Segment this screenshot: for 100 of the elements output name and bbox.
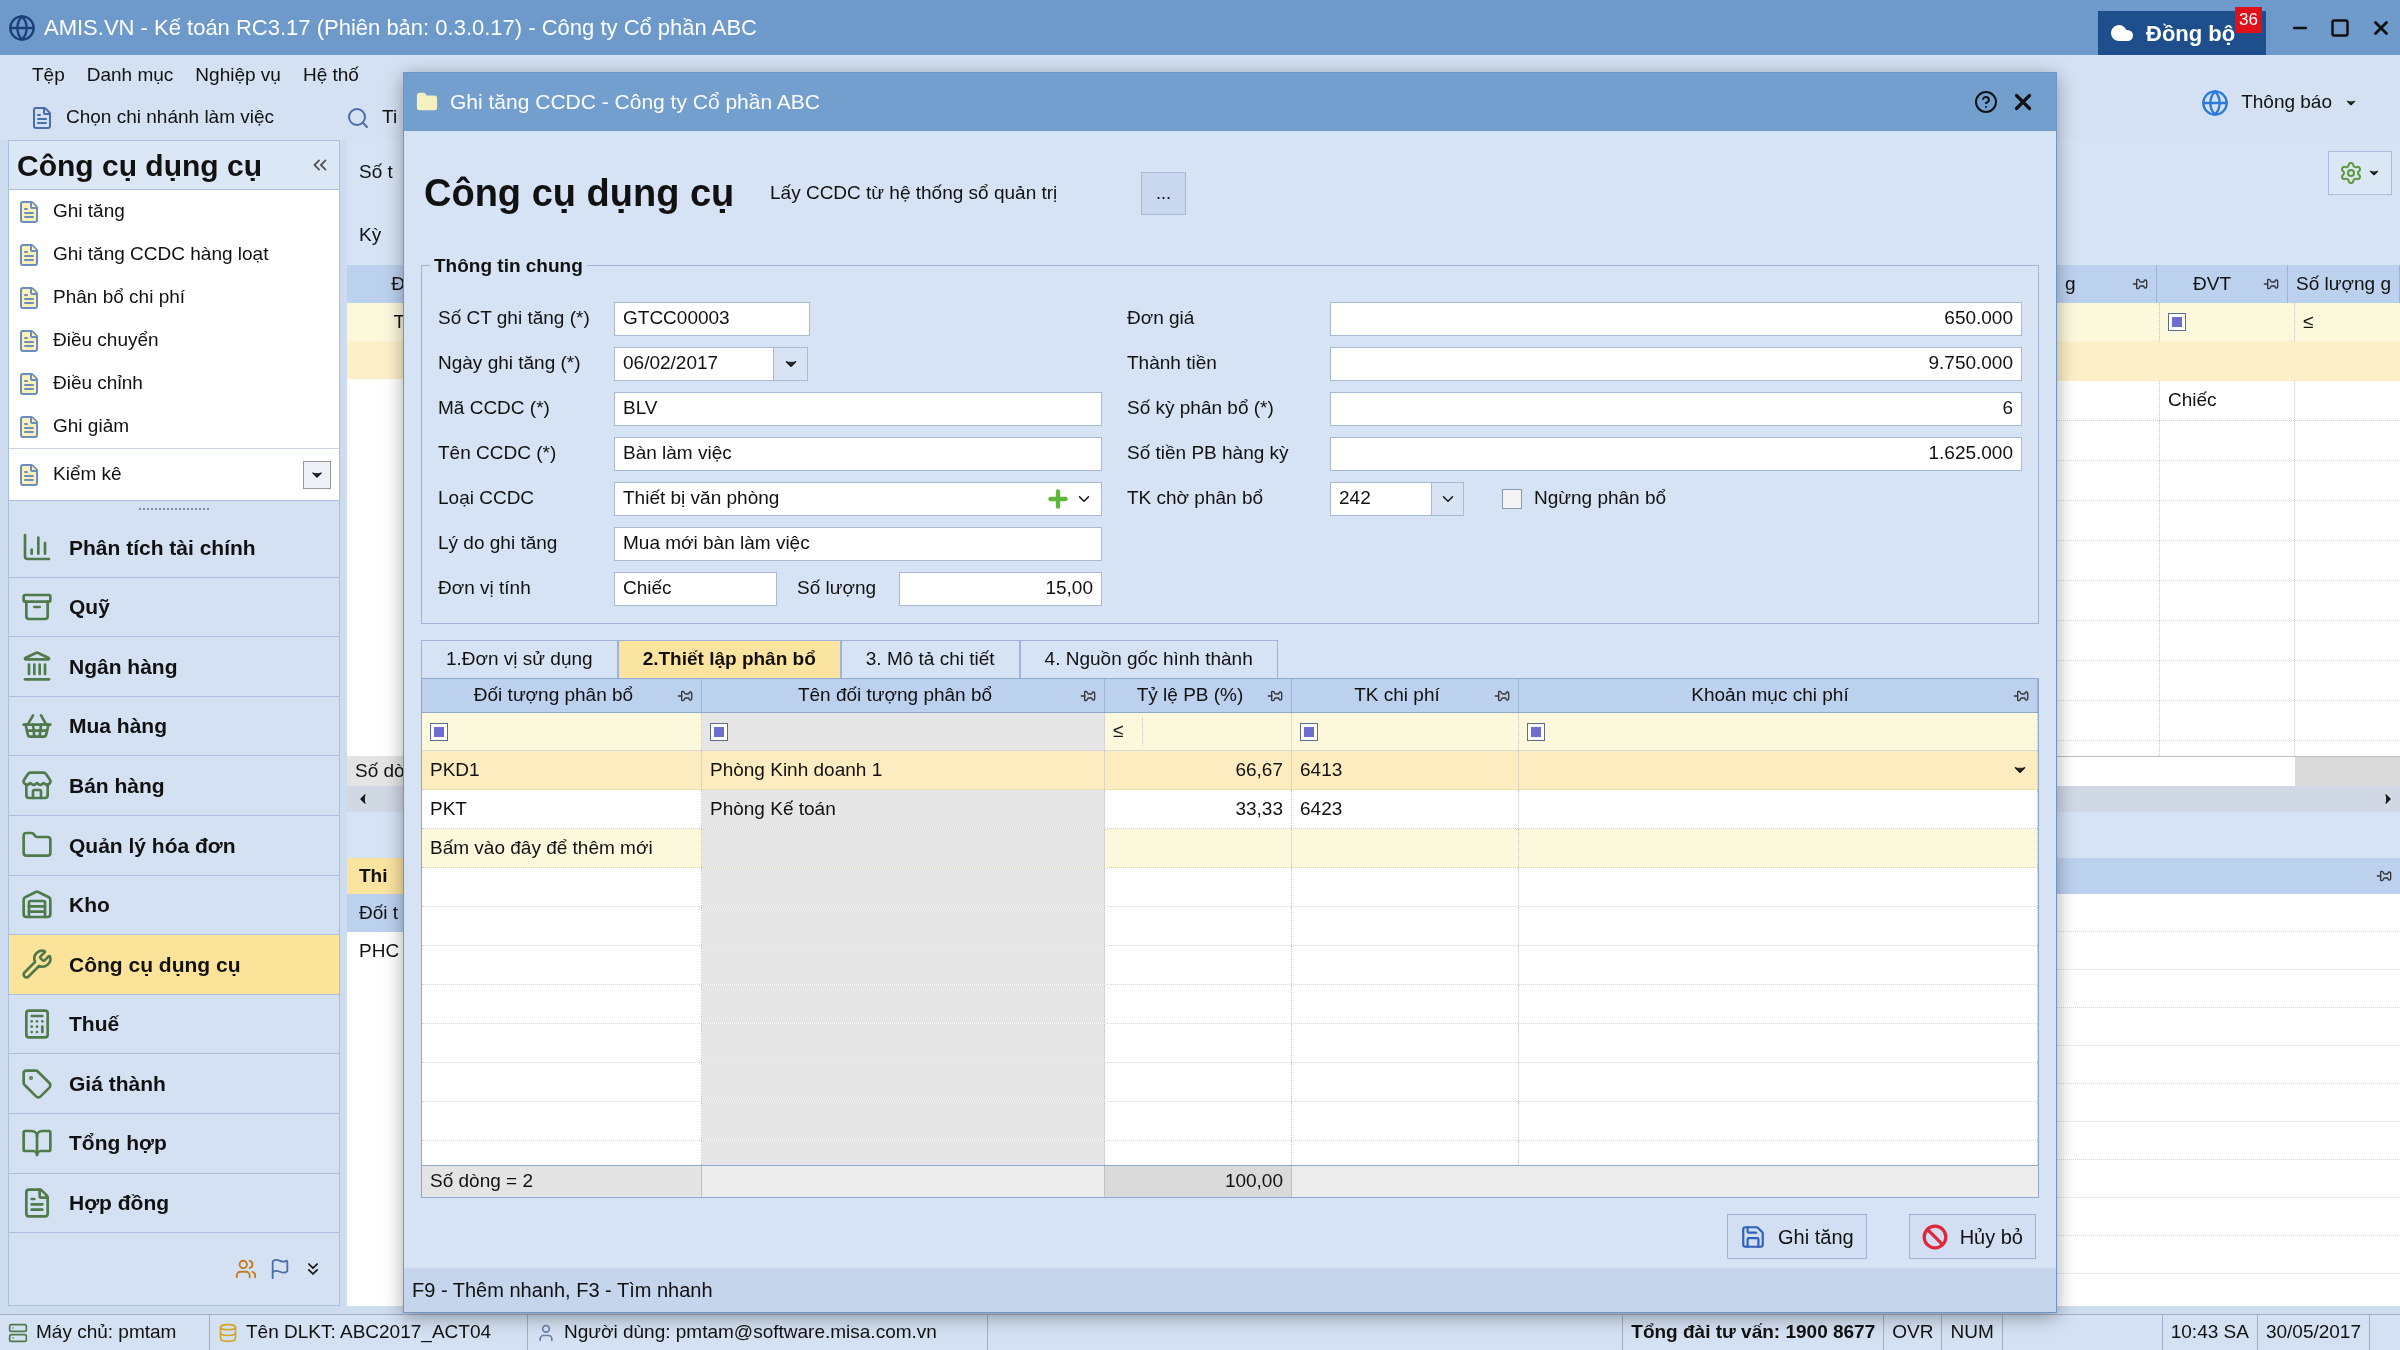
column-header[interactable]: Tỷ lệ PB (%): [1105, 679, 1292, 712]
menu-item[interactable]: Nghiệp vụ: [195, 60, 281, 90]
branch-button[interactable]: Chọn chi nhánh làm việc: [66, 103, 334, 132]
tab[interactable]: 3. Mô tả chi tiết: [840, 640, 1020, 678]
row-count: Số dò: [355, 758, 405, 783]
splitter-handle[interactable]: [139, 507, 209, 512]
search-icon[interactable]: [346, 105, 370, 130]
status-time: 10:43 SA: [2170, 1320, 2249, 1345]
users-icon[interactable]: [235, 1258, 257, 1281]
tab[interactable]: 1.Đơn vị sử dụng: [421, 640, 618, 678]
column-header[interactable]: TK chi phí: [1292, 679, 1519, 712]
task-item[interactable]: Điều chuyển: [9, 319, 339, 362]
tab[interactable]: 2.Thiết lập phân bổ: [617, 640, 841, 678]
menu-item[interactable]: Hệ thố: [302, 60, 359, 90]
field-label: Mã CCDC (*): [438, 396, 551, 421]
input-field[interactable]: 650.000: [1330, 301, 2022, 336]
date-field[interactable]: 06/02/2017: [614, 346, 808, 381]
input-field[interactable]: 15,00: [899, 571, 1102, 606]
total-value: 100,00: [1224, 1169, 1283, 1194]
column-header[interactable]: Đối tượng phân bổ: [422, 679, 702, 712]
add-row-link[interactable]: Bấm vào đây để thêm mới: [430, 833, 653, 863]
filter-icon[interactable]: [430, 722, 448, 741]
column-header[interactable]: Đối t: [347, 894, 405, 932]
task-item[interactable]: Điều chỉnh: [9, 362, 339, 405]
status-text: Người dùng: pmtam@software.misa.com.vn: [564, 1320, 937, 1345]
grid-row[interactable]: PKT Phòng Kế toán 33,33 6423: [422, 790, 2038, 829]
module-button[interactable]: Thuế: [8, 994, 340, 1055]
task-item[interactable]: Kiểm kê: [53, 460, 291, 489]
field-label: Số kỳ phân bổ (*): [1127, 396, 1275, 421]
module-button[interactable]: Giá thành: [8, 1054, 340, 1114]
pin-icon[interactable]: [2132, 276, 2149, 292]
input-field[interactable]: Mua mới bàn làm việc: [614, 526, 1102, 561]
column-header: ĐVT: [2192, 271, 2233, 296]
task-item[interactable]: Ghi giảm: [9, 405, 339, 448]
input-field[interactable]: 9.750.000: [1330, 346, 2022, 381]
notification-button[interactable]: Thông báo: [2201, 88, 2358, 117]
status-date: 30/05/2017: [2265, 1320, 2361, 1345]
module-button[interactable]: Phân tích tài chính: [8, 518, 340, 578]
module-button[interactable]: Quỹ: [8, 577, 340, 638]
pin-icon[interactable]: [2263, 276, 2280, 292]
module-button[interactable]: Bán hàng: [8, 756, 340, 816]
module-button[interactable]: Tổng hợp: [8, 1113, 340, 1174]
maximize-icon[interactable]: [2330, 17, 2350, 38]
input-field[interactable]: BLV: [614, 391, 1102, 426]
row-count: Số dòng = 2: [430, 1169, 533, 1194]
filter-icon[interactable]: [710, 722, 728, 741]
module-button[interactable]: Quản lý hóa đơn: [8, 815, 340, 876]
status-text: Tên DLKT: ABC2017_ACT04: [246, 1320, 492, 1345]
table-cell-text: PHC: [359, 938, 400, 963]
filter-icon[interactable]: [1527, 722, 1545, 741]
filter-operator[interactable]: ≤: [2303, 307, 2314, 337]
document-icon: [17, 328, 41, 353]
field-label: Số lượng: [796, 576, 878, 601]
status-text: NUM: [1950, 1320, 1994, 1345]
document-icon: [30, 105, 54, 130]
module-button[interactable]: Hợp đồng: [8, 1173, 340, 1234]
input-field[interactable]: 1.625.000: [1330, 436, 2022, 471]
task-item[interactable]: Ghi tăng CCDC hàng loạt: [9, 233, 339, 276]
grid-row[interactable]: PKD1 Phòng Kinh doanh 1 66,67 6413: [422, 751, 2038, 790]
filter-icon[interactable]: [1300, 722, 1318, 741]
document-icon: [17, 371, 41, 396]
globe-icon: [2201, 88, 2230, 117]
input-field[interactable]: Chiếc: [614, 571, 777, 606]
toolbar-button[interactable]: Ti: [382, 103, 398, 132]
column-header[interactable]: Khoản mục chi phí: [1519, 679, 2038, 712]
input-field[interactable]: Bàn làm việc: [614, 436, 1102, 471]
tab[interactable]: 4. Nguồn gốc hình thành: [1019, 640, 1278, 678]
filter-operator[interactable]: ≤: [1113, 717, 1143, 746]
menu-item[interactable]: Danh mục: [86, 60, 174, 90]
flag-icon[interactable]: [269, 1258, 291, 1281]
field-label: Tên CCDC (*): [438, 441, 558, 466]
document-icon: [17, 242, 41, 267]
field-label: Loại CCDC: [438, 486, 536, 511]
checkbox[interactable]: [1502, 488, 1522, 509]
column-header: g: [2065, 271, 2077, 296]
menu-item[interactable]: Tệp: [32, 60, 65, 90]
pin-icon[interactable]: [2376, 868, 2392, 884]
settings-button[interactable]: [2328, 150, 2392, 195]
task-item[interactable]: Phân bổ chi phí: [9, 276, 339, 319]
filter-icon[interactable]: [2168, 313, 2186, 331]
save-button[interactable]: Ghi tăng: [1727, 1214, 1867, 1259]
module-button[interactable]: Công cụ dụng cụ: [8, 935, 340, 995]
tab[interactable]: Thi: [347, 858, 405, 894]
module-button[interactable]: Kho: [8, 875, 340, 936]
module-button[interactable]: Ngân hàng: [8, 637, 340, 697]
save-icon: [1740, 1223, 1766, 1250]
module-button[interactable]: Mua hàng: [8, 696, 340, 757]
cancel-button[interactable]: Hủy bỏ: [1908, 1214, 2036, 1259]
table-cell-text: 33,33: [1235, 796, 1283, 821]
field-label: Số CT ghi tăng (*): [438, 306, 591, 331]
input-field[interactable]: GTCC00003: [614, 301, 810, 336]
field-label: Lý do ghi tăng: [438, 531, 559, 556]
help-icon[interactable]: [1974, 90, 1998, 114]
task-item[interactable]: Ghi tăng: [9, 190, 339, 233]
combo-field[interactable]: Thiết bị văn phòng: [614, 481, 1102, 516]
input-field[interactable]: 6: [1330, 391, 2022, 426]
column-header[interactable]: Tên đối tượng phân bổ: [702, 679, 1105, 712]
select-field[interactable]: 242: [1330, 481, 1464, 516]
browse-button[interactable]: ...: [1141, 171, 1186, 215]
dropdown-button[interactable]: [303, 460, 331, 489]
